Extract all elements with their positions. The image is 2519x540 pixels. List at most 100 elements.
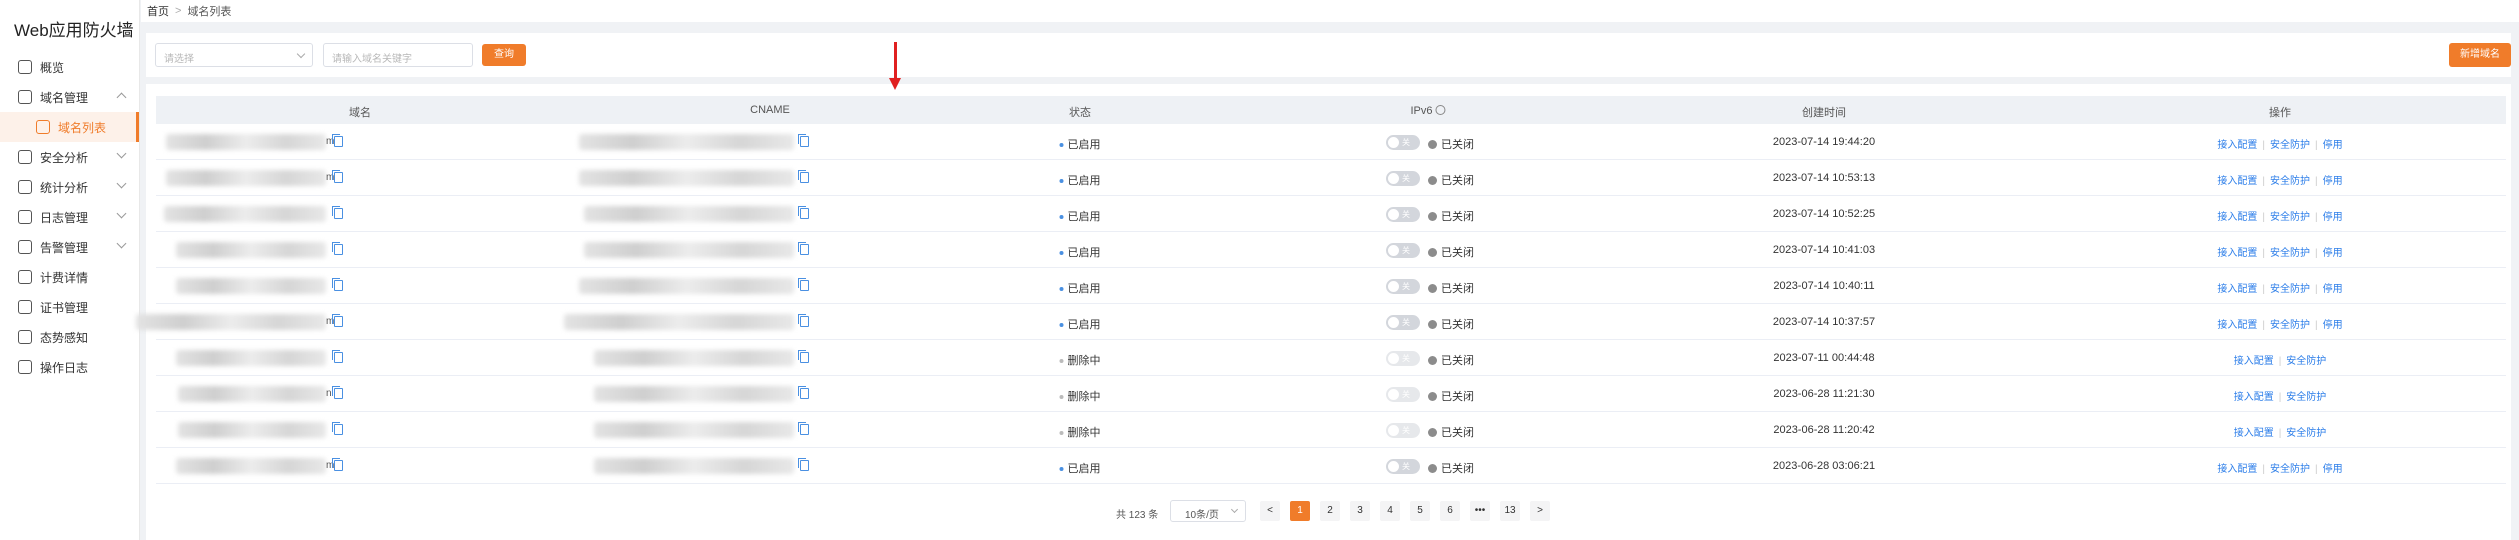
- access-config-link[interactable]: 接入配置: [2234, 356, 2274, 367]
- sidebar-item-2[interactable]: 域名列表: [0, 112, 139, 142]
- disable-link[interactable]: 停用: [2323, 212, 2343, 223]
- page-button[interactable]: 1: [1290, 501, 1310, 521]
- page-button[interactable]: 4: [1380, 501, 1400, 521]
- domain-table: 域名 CNAME 状态 IPv6 创建时间 操作 m 已启用关已关闭 2023-07…: [136, 84, 2511, 540]
- filter-select[interactable]: 请选择: [155, 43, 313, 67]
- sidebar-item-7[interactable]: 计费详情: [0, 262, 139, 292]
- copy-icon[interactable]: [798, 206, 809, 219]
- copy-icon[interactable]: [798, 170, 809, 183]
- security-protection-link[interactable]: 安全防护: [2286, 392, 2326, 403]
- add-domain-button[interactable]: 新增域名: [2449, 43, 2511, 67]
- ipv6-toggle[interactable]: 关: [1386, 171, 1420, 186]
- breadcrumb-home[interactable]: 首页: [147, 3, 169, 19]
- copy-icon[interactable]: [798, 350, 809, 363]
- disable-link[interactable]: 停用: [2323, 140, 2343, 151]
- ipv6-toggle[interactable]: 关: [1386, 279, 1420, 294]
- page-button[interactable]: 5: [1410, 501, 1430, 521]
- access-config-link[interactable]: 接入配置: [2217, 248, 2257, 259]
- sidebar-item-3[interactable]: 安全分析: [0, 142, 139, 172]
- sidebar-item-0[interactable]: 概览: [0, 52, 139, 82]
- security-protection-link[interactable]: 安全防护: [2270, 284, 2310, 295]
- security-protection-link[interactable]: 安全防护: [2286, 428, 2326, 439]
- status-text: 已启用: [1067, 175, 1101, 187]
- ipv6-toggle[interactable]: 关: [1386, 315, 1420, 330]
- access-config-link[interactable]: 接入配置: [2217, 320, 2257, 331]
- security-protection-link[interactable]: 安全防护: [2270, 464, 2310, 475]
- security-protection-link[interactable]: 安全防护: [2270, 176, 2310, 187]
- page-button[interactable]: 13: [1500, 501, 1520, 521]
- copy-icon[interactable]: [332, 242, 343, 255]
- page-button[interactable]: 2: [1320, 501, 1340, 521]
- access-config-link[interactable]: 接入配置: [2217, 464, 2257, 475]
- row-actions: 接入配置 | 安全防护 | 停用: [2217, 316, 2342, 331]
- disable-link[interactable]: 停用: [2323, 284, 2343, 295]
- copy-icon[interactable]: [798, 242, 809, 255]
- sidebar-item-8[interactable]: 证书管理: [0, 292, 139, 322]
- copy-icon[interactable]: [332, 386, 343, 399]
- page-size-select[interactable]: 10条/页: [1170, 500, 1246, 522]
- access-config-link[interactable]: 接入配置: [2217, 284, 2257, 295]
- page-button[interactable]: •••: [1470, 501, 1490, 521]
- ipv6-toggle[interactable]: 关: [1386, 135, 1420, 150]
- disable-link[interactable]: 停用: [2323, 464, 2343, 475]
- copy-icon[interactable]: [332, 134, 343, 147]
- copy-icon[interactable]: [798, 458, 809, 471]
- chevron-down-icon: [296, 49, 306, 59]
- disable-link[interactable]: 停用: [2323, 176, 2343, 187]
- access-config-link[interactable]: 接入配置: [2234, 428, 2274, 439]
- copy-icon[interactable]: [798, 314, 809, 327]
- close-circle-icon: [1428, 320, 1437, 329]
- disable-link[interactable]: 停用: [2323, 248, 2343, 259]
- disable-link[interactable]: 停用: [2323, 320, 2343, 331]
- access-config-link[interactable]: 接入配置: [2217, 176, 2257, 187]
- sidebar-item-5[interactable]: 日志管理: [0, 202, 139, 232]
- sidebar-item-9[interactable]: 态势感知: [0, 322, 139, 352]
- copy-icon[interactable]: [798, 278, 809, 291]
- status-text: 已启用: [1067, 247, 1101, 259]
- page-size-value: 10条/页: [1185, 510, 1219, 521]
- table-row: m 已启用关已关闭 2023-06-28 03:06:21 接入配置 | 安全防护 | 停用: [156, 448, 2506, 484]
- sidebar-item-6[interactable]: 告警管理: [0, 232, 139, 262]
- security-protection-link[interactable]: 安全防护: [2270, 140, 2310, 151]
- copy-icon[interactable]: [798, 422, 809, 435]
- copy-icon[interactable]: [332, 170, 343, 183]
- copy-icon[interactable]: [332, 458, 343, 471]
- copy-icon[interactable]: [332, 314, 343, 327]
- copy-icon[interactable]: [798, 386, 809, 399]
- copy-icon[interactable]: [332, 206, 343, 219]
- domain-search-input[interactable]: 请输入域名关键字: [323, 43, 473, 67]
- ipv6-toggle[interactable]: 关: [1386, 423, 1420, 438]
- ipv6-toggle[interactable]: 关: [1386, 207, 1420, 222]
- page-button[interactable]: 6: [1440, 501, 1460, 521]
- ipv6-toggle[interactable]: 关: [1386, 351, 1420, 366]
- dashboard-icon: [18, 60, 32, 74]
- ipv6-toggle[interactable]: 关: [1386, 243, 1420, 258]
- security-protection-link[interactable]: 安全防护: [2270, 248, 2310, 259]
- access-config-link[interactable]: 接入配置: [2217, 140, 2257, 151]
- sidebar-item-10[interactable]: 操作日志: [0, 352, 139, 382]
- security-protection-link[interactable]: 安全防护: [2286, 356, 2326, 367]
- status-badge: 删除中: [1059, 352, 1101, 368]
- close-circle-icon: [1428, 248, 1437, 257]
- cert-icon: [18, 300, 32, 314]
- access-config-link[interactable]: 接入配置: [2217, 212, 2257, 223]
- sidebar-item-1[interactable]: 域名管理: [0, 82, 139, 112]
- security-protection-link[interactable]: 安全防护: [2270, 212, 2310, 223]
- ipv6-toggle[interactable]: 关: [1386, 387, 1420, 402]
- cname-masked: [579, 134, 794, 150]
- created-time: 2023-07-11 00:44:48: [1773, 352, 1875, 364]
- copy-icon[interactable]: [332, 422, 343, 435]
- next-page-button[interactable]: >: [1530, 501, 1550, 521]
- sidebar-item-label: 证书管理: [40, 300, 89, 315]
- copy-icon[interactable]: [332, 278, 343, 291]
- query-button[interactable]: 查询: [482, 44, 526, 66]
- access-config-link[interactable]: 接入配置: [2234, 392, 2274, 403]
- page-button[interactable]: 3: [1350, 501, 1370, 521]
- ipv6-toggle[interactable]: 关: [1386, 459, 1420, 474]
- prev-page-button[interactable]: <: [1260, 501, 1280, 521]
- info-icon[interactable]: [1435, 105, 1446, 115]
- sidebar-item-4[interactable]: 统计分析: [0, 172, 139, 202]
- security-protection-link[interactable]: 安全防护: [2270, 320, 2310, 331]
- copy-icon[interactable]: [798, 134, 809, 147]
- copy-icon[interactable]: [332, 350, 343, 363]
